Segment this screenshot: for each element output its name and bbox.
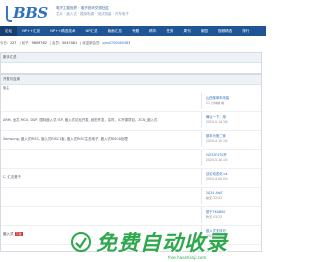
forum-row-last-post: 谈论动态化 ca 2024-4-04 03: [206,172,262,181]
nav-item[interactable]: 视频精选 [213,26,237,36]
stats-newest-member[interactable]: pjrs0700080383 [103,41,131,45]
last-post-date: 21 分钟前 前 [206,100,225,105]
section-newbie: 新手汇总 [0,52,262,74]
logo-mark [6,6,12,22]
forum-row-description: C, 汇总基于 [3,175,22,179]
stats-members: 5047481 [62,41,78,45]
forum-row[interactable]: C, 汇总基于 谈论动态化 ca 2024-4-04 03: [1,168,261,188]
site-logo[interactable]: BBS [6,2,48,22]
forum-row-last-post: 山西某单车改装 21 分钟前 前 [206,96,262,105]
section-dev-moderators: 版主 [3,86,10,90]
forum-row[interactable]: 山西某单车改装 21 分钟前 前 [1,92,261,112]
forum-row[interactable]: 2024 AIoT 前天 22:41 [1,187,261,207]
forum-page: BBS 电子工程世界 · 电子技术交流社区 芯片 · 嵌入式 · 模拟电源 · … [0,0,266,262]
nav-item[interactable]: 周刊 [179,26,196,36]
nav-item[interactable]: 任务 [161,26,178,36]
column-divider [201,150,202,166]
watermark-url: free.haozhanji.com [168,255,207,260]
slogan-line-2: 芯片 · 嵌入式 · 模拟电源 · 测试测量 · 汽车电子 [56,12,129,16]
forum-row-last-post: 基本为第二家 2024-4-10 10: [206,134,262,143]
main-nav: 论坛 NP++汇总 NP++精选技术 NP汇总 版面汇总 专题 精华 任务 周刊 家园 视频精选 排行 [0,26,266,36]
logo-text: BBS [13,4,48,22]
stats-posts-label: | 帖子: [19,41,30,45]
site-header: BBS 电子工程世界 · 电子技术交流社区 芯片 · 嵌入式 · 模拟电源 · … [0,0,266,26]
nav-item[interactable]: 精华 [144,26,161,36]
stats-today: 227 [9,41,17,45]
last-post-date: 前天 22:41 [206,195,223,200]
forum-stats: 今日: 227 | 帖子: 9809782 | 会员: 5047481 | 欢迎新会员… [0,39,266,47]
forum-row-last-post: 确认一下，用 2024-5-14 18: [206,115,262,124]
last-post-date: 2024-4-10 10: [206,138,228,143]
nav-item[interactable]: 版面汇总 [103,26,127,36]
forum-row[interactable]: Samsung, 嵌入式RISC, 嵌入式RISC1板, 嵌入式RISC生态电子… [1,130,261,150]
section-dev-title[interactable]: 开发与应用 [1,75,261,85]
nav-item[interactable]: 家园 [196,26,213,36]
nav-item[interactable]: 专题 [127,26,144,36]
forum-row-description: ARM, 龙芯 MCU, DSP, 国际嵌入式 ISP, 嵌入式论坛开发, 经历… [3,118,158,122]
site-slogan: 电子工程世界 · 电子技术交流社区 芯片 · 嵌入式 · 模拟电源 · 测试测量… [56,5,136,17]
forum-row-description: Samsung, 嵌入式RISC, 嵌入式RISC1板, 嵌入式RISC生态电子… [3,137,128,141]
nav-item[interactable]: 排行 [237,26,254,36]
watermark-logo-icon [71,232,91,252]
nav-item[interactable]: NP++精选技术 [45,26,80,36]
column-divider [201,188,202,204]
forum-row[interactable]: 基于TKABS0 昨天 03:22 [1,206,261,226]
nav-item[interactable]: NP++汇总 [17,26,45,36]
stats-members-label: | 会员: [49,41,60,45]
last-post-date: 2024-5-14 18: [206,119,228,124]
last-post-date: 昨天 03:22 [206,214,223,219]
section-newbie-title[interactable]: 新手汇总 [1,53,261,63]
column-divider [201,131,202,147]
forum-row[interactable]: GD32F470开 2024-5-18 10: [1,149,261,169]
nav-item[interactable]: NP汇总 [81,26,103,36]
forum-row-last-post: 2024 AIoT 前天 22:41 [206,191,262,200]
stats-posts: 9809782 [31,41,47,45]
nav-item[interactable]: 论坛 [0,26,18,36]
watermark: 免费自动收录 free.haozhanji.com [0,228,266,262]
watermark-text: 免费自动收录 [96,231,228,255]
column-divider [201,169,202,185]
column-divider [201,112,202,128]
forum-row[interactable]: ARM, 龙芯 MCU, DSP, 国际嵌入式 ISP, 嵌入式论坛开发, 经历… [1,111,261,131]
column-divider [201,93,202,109]
last-post-date: 2024-5-18 10: [206,157,228,162]
last-post-date: 2024-4-04 03: [206,176,228,181]
forum-row-last-post: GD32F470开 2024-5-18 10: [206,153,262,162]
stats-newest-label: | 欢迎新会员: [80,41,101,45]
stats-today-label: 今日: [0,41,8,45]
column-divider [201,207,202,223]
section-dev: 开发与应用 版主 山西某单车改装 21 分钟前 前 ARM, 龙芯 MCU, DSP… [0,74,262,252]
forum-row-last-post: 基于TKABS0 昨天 03:22 [206,210,262,219]
